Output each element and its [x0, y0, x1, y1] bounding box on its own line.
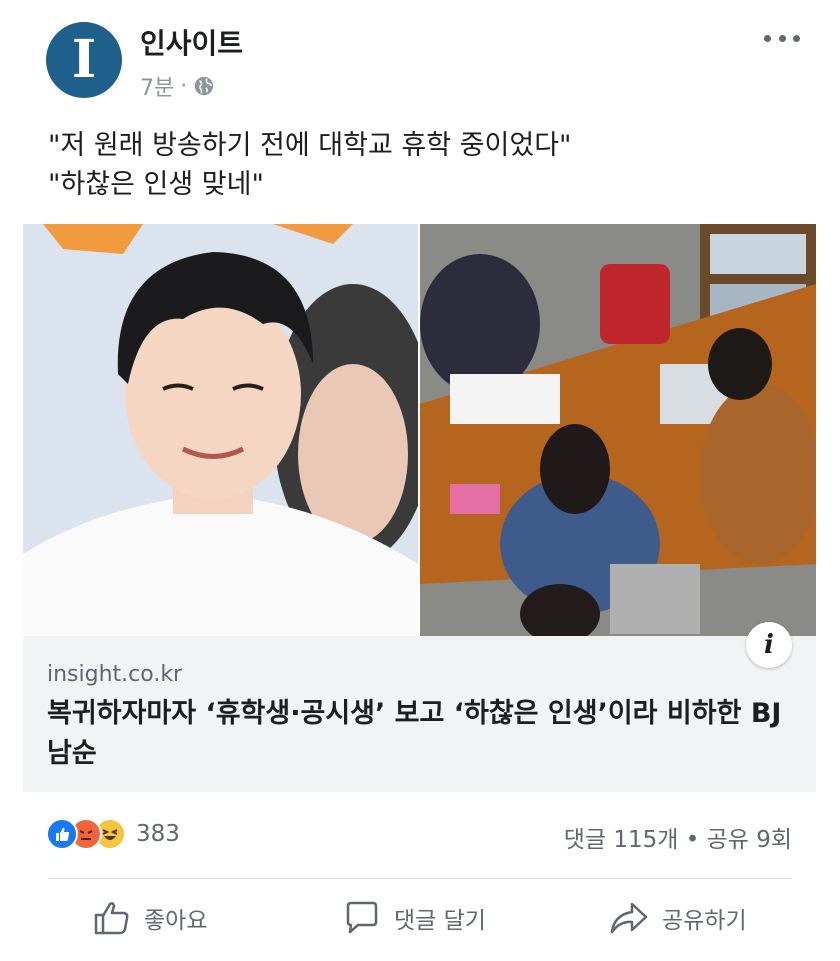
- page-name[interactable]: 인사이트: [140, 22, 243, 62]
- more-dot: [778, 34, 786, 42]
- post-meta: 7분 ·: [140, 70, 215, 102]
- like-button[interactable]: 좋아요: [92, 898, 207, 938]
- link-preview-card[interactable]: i insight.co.kr 복귀하자마자 ‘휴학생·공시생’ 보고 ‘하찮은…: [23, 224, 816, 792]
- post-header: I 인사이트 7분 ·: [0, 0, 840, 110]
- thumbs-up-icon: [94, 902, 129, 935]
- library-photo-illustration: [420, 224, 816, 636]
- photo-streamer: [23, 224, 418, 636]
- reaction-count: 383: [136, 821, 180, 847]
- post-actions: 좋아요 댓글 달기 공유하기: [0, 890, 840, 952]
- comment-bubble-icon: [346, 901, 378, 934]
- comments-shares-count[interactable]: 댓글 115개 • 공유 9회: [564, 820, 792, 854]
- share-arrow-icon: [610, 902, 648, 934]
- info-icon[interactable]: i: [746, 622, 792, 668]
- like-button-label: 좋아요: [144, 908, 208, 934]
- globe-icon: [195, 76, 214, 96]
- comment-button[interactable]: 댓글 달기: [342, 898, 486, 938]
- avatar-letter: I: [71, 29, 97, 90]
- post-stats: 383 댓글 115개 • 공유 9회: [0, 812, 840, 858]
- reactions-summary[interactable]: 383: [46, 818, 180, 850]
- more-options-icon[interactable]: [764, 28, 800, 48]
- comment-button-label: 댓글 달기: [394, 908, 486, 934]
- more-dot: [793, 34, 800, 42]
- link-headline[interactable]: 복귀하자마자 ‘휴학생·공시생’ 보고 ‘하찮은 인생’이라 비하한 BJ 남순: [47, 694, 787, 774]
- like-icon: [46, 818, 78, 850]
- share-button[interactable]: 공유하기: [608, 898, 747, 938]
- link-domain: insight.co.kr: [47, 662, 183, 687]
- photo-library-students: [420, 224, 816, 636]
- post-time[interactable]: 7분: [140, 70, 174, 102]
- meta-separator: ·: [180, 73, 188, 99]
- more-dot: [764, 34, 771, 42]
- share-button-label: 공유하기: [662, 908, 747, 934]
- post-text: "저 원래 방송하기 전에 대학교 휴학 중이었다" "하찮은 인생 맞네": [48, 130, 572, 200]
- page-avatar[interactable]: I: [46, 22, 122, 98]
- actions-divider: [48, 878, 792, 879]
- streamer-photo-illustration: [23, 224, 418, 636]
